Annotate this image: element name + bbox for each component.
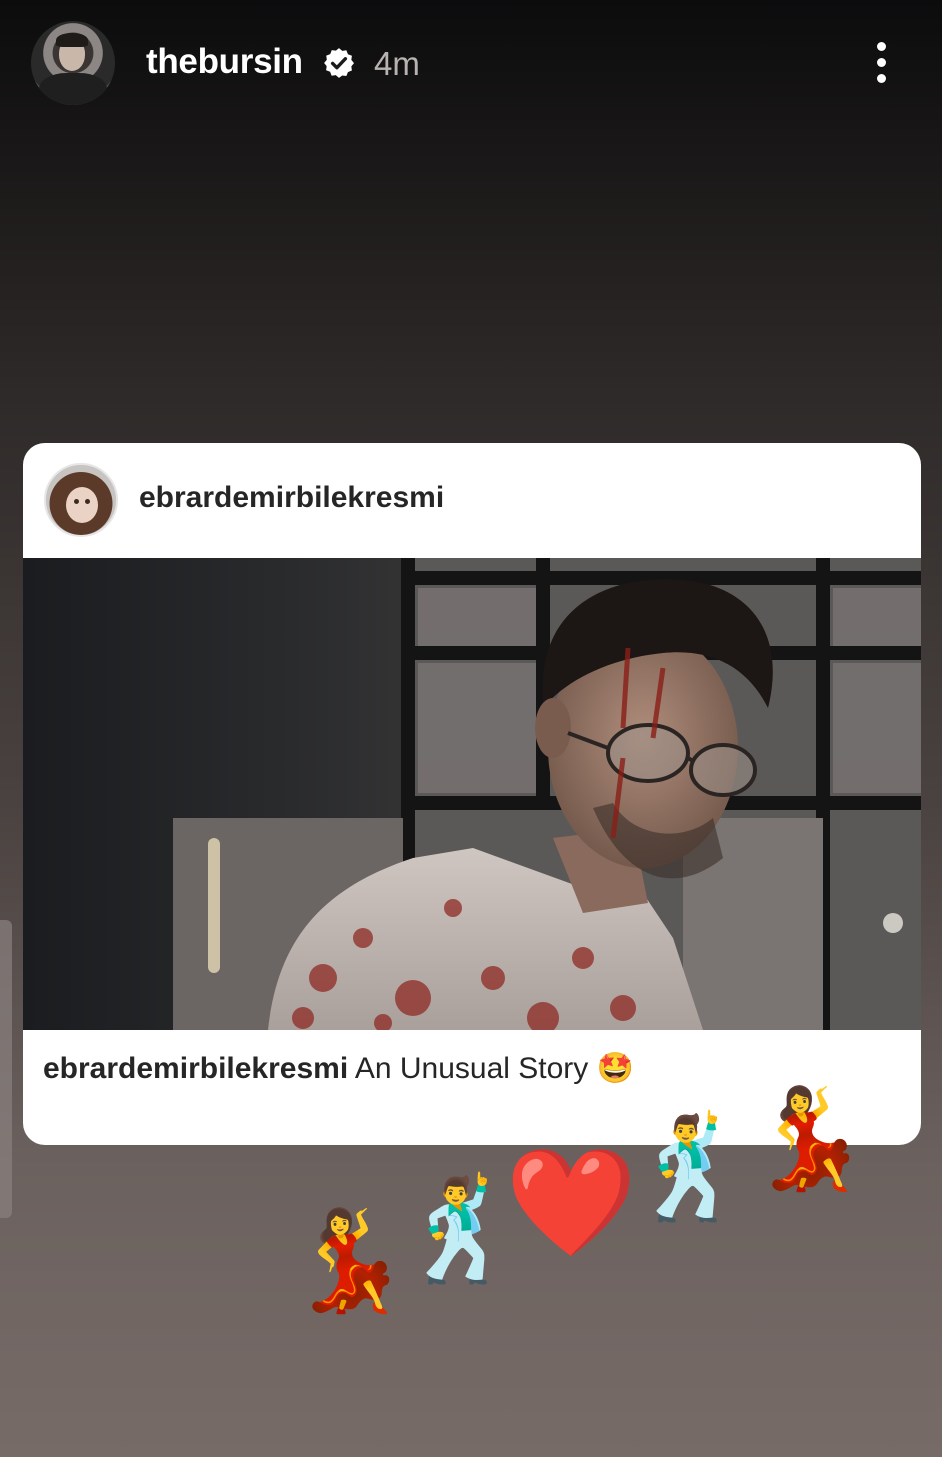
story-edge-handle (0, 920, 12, 1218)
caption-username[interactable]: ebrardemirbilekresmi (43, 1052, 348, 1085)
post-author-avatar[interactable] (44, 463, 118, 537)
more-vertical-icon[interactable] (866, 38, 898, 86)
dancer-sticker-2[interactable]: 💃 (748, 1090, 870, 1188)
story-header: thebursin 4m (0, 0, 942, 130)
caption-text: An Unusual Story (354, 1052, 589, 1085)
man-dancing-sticker-2[interactable]: 🕺 (628, 1118, 753, 1218)
verified-badge-icon (324, 48, 355, 78)
story-author-avatar[interactable] (31, 21, 115, 105)
man-dancing-sticker-1[interactable]: 🕺 (398, 1180, 523, 1280)
post-photo (173, 558, 921, 1030)
post-image[interactable] (23, 558, 921, 1030)
post-caption: ebrardemirbilekresmi An Unusual Story 🤩 (43, 1051, 634, 1086)
story-timestamp: 4m (374, 45, 420, 82)
heart-sticker[interactable]: ❤️ (505, 1150, 637, 1256)
story-author-username[interactable]: thebursin (146, 42, 303, 82)
post-author-username[interactable]: ebrardemirbilekresmi (139, 481, 444, 515)
dancer-sticker-1[interactable]: 💃 (288, 1212, 410, 1310)
shared-post-card[interactable]: ebrardemirbilekresmi ebrardemirbilekresm… (23, 443, 921, 1145)
star-struck-emoji: 🤩 (596, 1052, 634, 1085)
